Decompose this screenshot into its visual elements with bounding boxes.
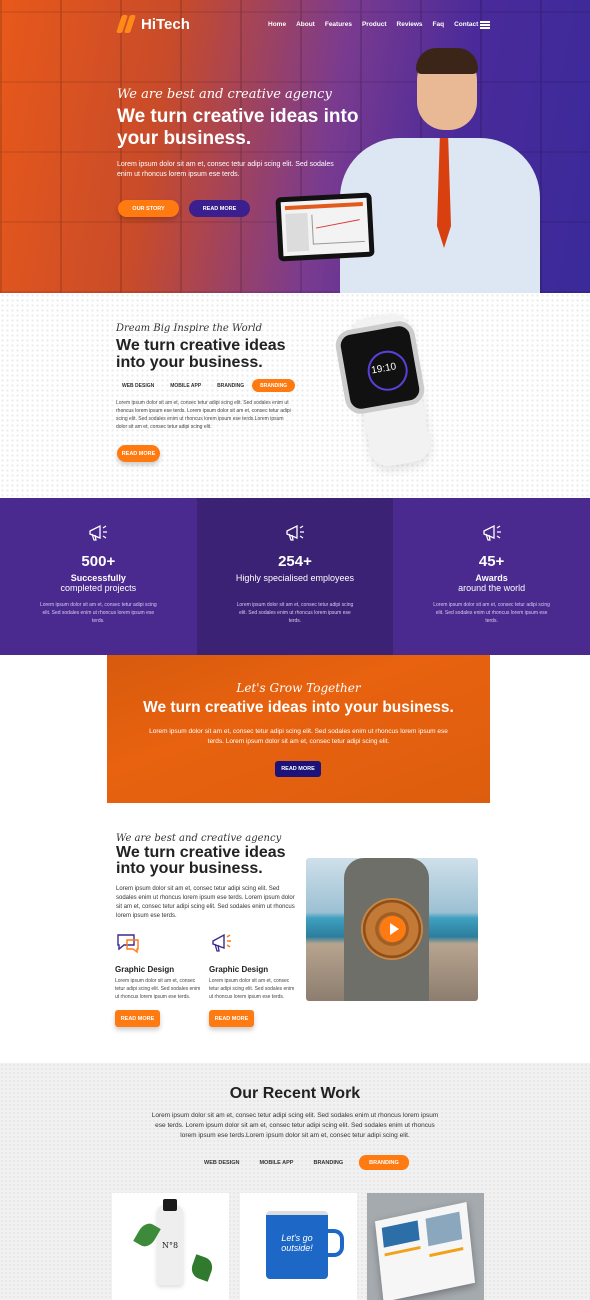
- feature-tagline: Dream Big Inspire the World: [116, 323, 263, 334]
- hamburger-menu-icon[interactable]: [480, 21, 490, 29]
- about-section: We are best and creative agency We turn …: [0, 803, 590, 1063]
- recent-work-section: Our Recent Work Lorem ipsum dolor sit am…: [0, 1063, 590, 1300]
- grow-banner: Let's Grow Together We turn creative ide…: [107, 655, 490, 803]
- top-navbar: HiTech Home About Features Product Revie…: [0, 0, 590, 50]
- megaphone-icon: [482, 524, 501, 541]
- recent-work-text: Lorem ipsum dolor sit am et, consec tetu…: [151, 1112, 439, 1139]
- hero-read-more-button[interactable]: READ MORE: [189, 200, 250, 217]
- our-story-button[interactable]: OUR STORY: [118, 200, 179, 217]
- stat-text: Lorem ipsum dolor sit am et, consec tetu…: [433, 602, 550, 624]
- world-map-dots: [0, 293, 590, 498]
- mug-image: Let's go outside!: [266, 1211, 328, 1279]
- tab-branding[interactable]: BRANDING: [209, 379, 252, 392]
- feature-card: Graphic Design Lorem ipsum dolor sit am …: [209, 931, 299, 1001]
- video-thumbnail[interactable]: [306, 858, 478, 1001]
- stat-text: Lorem ipsum dolor sit am et, consec tetu…: [236, 602, 354, 624]
- feature-title: Graphic Design: [209, 965, 269, 974]
- stat-number: 500+: [81, 553, 116, 570]
- portfolio-item-brochure[interactable]: [367, 1193, 484, 1300]
- tab-web-design[interactable]: WEB DESIGN: [114, 379, 162, 392]
- nav-contact[interactable]: Contact: [454, 21, 478, 28]
- play-icon[interactable]: [380, 916, 406, 942]
- stat-number: 254+: [278, 553, 312, 570]
- stat-label: Successfully completed projects: [60, 573, 137, 593]
- stat-label: Highly specialised employees: [235, 573, 354, 583]
- grow-title: We turn creative ideas into your busines…: [143, 699, 454, 716]
- stat-awards: 45+ Awards around the world Lorem ipsum d…: [393, 498, 590, 655]
- feature-title: We turn creative ideas into your busines…: [116, 337, 286, 371]
- stat-label: Awards around the world: [458, 573, 526, 593]
- logo-text: HiTech: [141, 15, 190, 33]
- nav-about[interactable]: About: [296, 21, 315, 28]
- hero-section: HiTech Home About Features Product Revie…: [0, 0, 590, 293]
- bottle-label: N°8: [161, 1241, 179, 1250]
- nav-home[interactable]: Home: [268, 21, 286, 28]
- about-tagline: We are best and creative agency: [116, 833, 282, 844]
- recent-work-title: Our Recent Work: [229, 1085, 361, 1102]
- tab-branding[interactable]: BRANDING: [305, 1156, 351, 1169]
- nav-product[interactable]: Product: [362, 21, 387, 28]
- feature-card: Graphic Design Lorem ipsum dolor sit am …: [115, 931, 205, 1001]
- stat-number: 45+: [478, 553, 505, 570]
- smartwatch-image: 19:10: [330, 310, 440, 470]
- grow-read-more-button[interactable]: READ MORE: [275, 761, 321, 777]
- feature-title: Graphic Design: [115, 965, 175, 974]
- logo-icon: [116, 14, 137, 34]
- leaf-image: [188, 1254, 216, 1282]
- nav-links: Home About Features Product Reviews Faq …: [268, 21, 488, 28]
- about-title: We turn creative ideas into your busines…: [116, 844, 286, 877]
- feature-read-more-button[interactable]: READ MORE: [117, 445, 160, 462]
- feature-text: Lorem ipsum dolor sit am et, consec tetu…: [115, 978, 201, 1000]
- nav-faq[interactable]: Faq: [433, 21, 445, 28]
- nav-reviews[interactable]: Reviews: [397, 21, 423, 28]
- megaphone-icon: [286, 524, 304, 541]
- brochure-image: [374, 1202, 476, 1300]
- feature-section: Dream Big Inspire the World We turn crea…: [0, 293, 590, 498]
- about-text: Lorem ipsum dolor sit am et, consec tetu…: [116, 886, 295, 919]
- megaphone-icon: [89, 524, 108, 541]
- stat-employees: 254+ Highly specialised employees Lorem …: [196, 498, 394, 655]
- hero-text: Lorem ipsum dolor sit am et, consec tetu…: [117, 161, 334, 178]
- tab-branding-active[interactable]: BRANDING: [359, 1155, 409, 1170]
- mug-text: Let's go outside!: [281, 1233, 313, 1253]
- bottle-image: N°8: [157, 1199, 183, 1285]
- tab-mobile-app[interactable]: MOBILE APP: [162, 379, 209, 392]
- tab-mobile-app[interactable]: MOBILE APP: [251, 1156, 301, 1169]
- hero-tagline: We are best and creative agency: [117, 87, 332, 102]
- feature-read-more-button[interactable]: READ MORE: [209, 1010, 254, 1027]
- work-tabs: WEB DESIGN MOBILE APP BRANDING BRANDING: [196, 1155, 409, 1170]
- megaphone-icon: [212, 933, 231, 952]
- feature-text: Lorem ipsum dolor sit am et, consec tetu…: [116, 400, 291, 430]
- stat-text: Lorem ipsum dolor sit am et, consec tetu…: [39, 602, 157, 624]
- nav-features[interactable]: Features: [325, 21, 352, 28]
- tablet-image: [275, 192, 375, 262]
- feature-text: Lorem ipsum dolor sit am et, consec tetu…: [209, 978, 295, 1000]
- tab-web-design[interactable]: WEB DESIGN: [196, 1156, 247, 1169]
- feature-read-more-button[interactable]: READ MORE: [115, 1010, 160, 1027]
- stats-section: 500+ Successfully completed projects Lore…: [0, 498, 590, 655]
- stat-projects: 500+ Successfully completed projects Lore…: [0, 498, 197, 655]
- chat-bubble-icon: [117, 934, 139, 954]
- grow-text: Lorem ipsum dolor sit am et, consec tetu…: [149, 728, 448, 745]
- portfolio-item-mug[interactable]: Let's go outside!: [240, 1193, 357, 1300]
- tab-branding-active[interactable]: BRANDING: [252, 379, 296, 392]
- logo[interactable]: HiTech: [116, 14, 190, 34]
- feature-tabs: WEB DESIGN MOBILE APP BRANDING BRANDING: [114, 379, 296, 392]
- grow-tagline: Let's Grow Together: [236, 681, 361, 695]
- portfolio-item-bottle[interactable]: N°8: [112, 1193, 229, 1300]
